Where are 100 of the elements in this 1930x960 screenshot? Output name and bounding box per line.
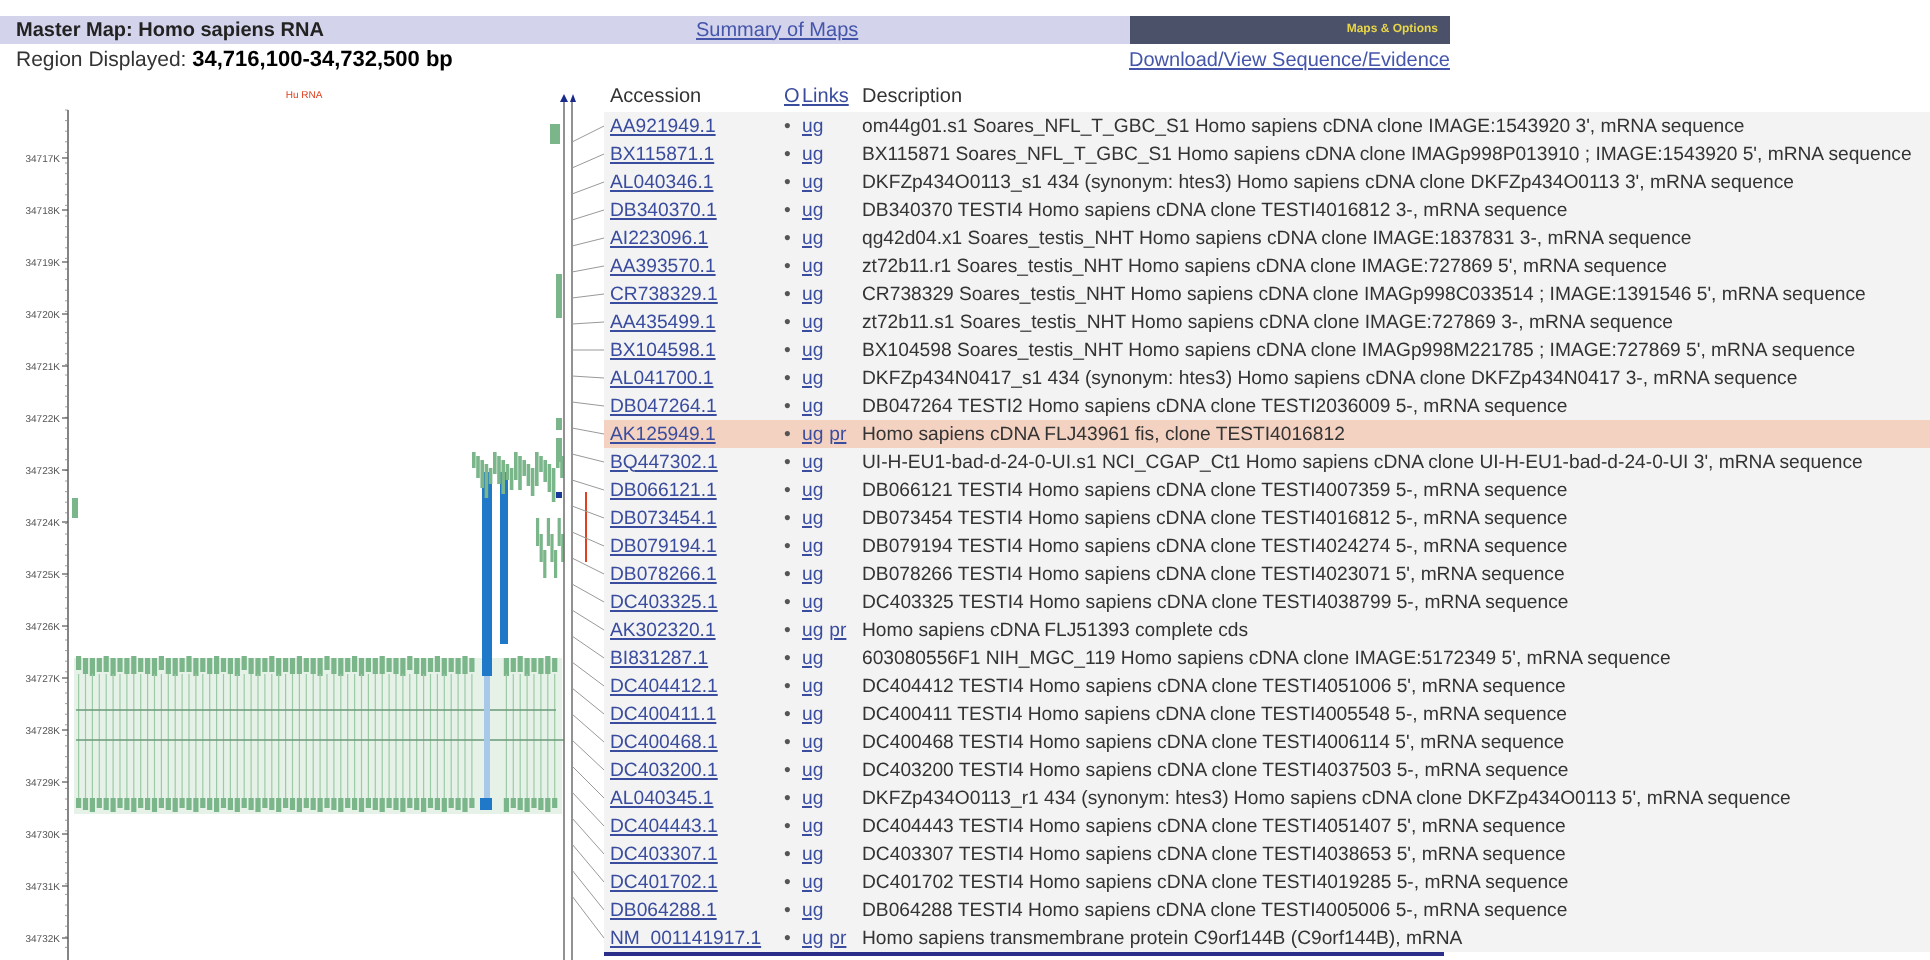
record-link[interactable]: ug — [802, 927, 824, 949]
accession-link[interactable]: AA921949.1 — [610, 115, 716, 137]
accession-link[interactable]: DC400468.1 — [610, 731, 718, 753]
table-row[interactable]: DC403200.1 • ug DC403200 TESTI4 Homo sapiens cDNA clone TESTI4037503 5-, mRNA sequence — [604, 756, 1930, 784]
table-row[interactable]: DB066121.1 • ug DB066121 TESTI4 Homo sapiens cDNA clone TESTI4007359 5-, mRNA sequence — [604, 476, 1930, 504]
accession-link[interactable]: DC403325.1 — [610, 591, 718, 613]
table-row[interactable]: AK125949.1 • ug pr Homo sapiens cDNA FLJ43961 fis, clone TESTI4016812 — [604, 420, 1930, 448]
record-link[interactable]: pr — [829, 423, 847, 445]
accession-link[interactable]: DB078266.1 — [610, 563, 717, 585]
record-link[interactable]: pr — [829, 927, 847, 949]
record-link[interactable]: ug — [802, 311, 824, 333]
accession-link[interactable]: DB340370.1 — [610, 199, 717, 221]
record-link[interactable]: ug — [802, 423, 824, 445]
accession-link[interactable]: AI223096.1 — [610, 227, 709, 249]
accession-link[interactable]: DC400411.1 — [610, 703, 717, 725]
download-link[interactable]: Download/View Sequence/Evidence — [1129, 49, 1450, 71]
accession-link[interactable]: AL040345.1 — [610, 787, 714, 809]
accession-link[interactable]: DB064288.1 — [610, 899, 717, 921]
record-link[interactable]: ug — [802, 507, 824, 529]
table-row[interactable]: AA921949.1 • ug om44g01.s1 Soares_NFL_T_GBC_S1 Homo sapiens cDNA clone IMAGE:1543920 3', mRNA sequence — [604, 112, 1930, 140]
table-row[interactable]: NM_001141917.1 • ug pr Homo sapiens transmembrane protein C9orf144B (C9orf144B), mRNA — [604, 924, 1930, 952]
accession-link[interactable]: AK125949.1 — [610, 423, 716, 445]
accession-link[interactable]: AA393570.1 — [610, 255, 716, 277]
table-row[interactable]: DC404412.1 • ug DC404412 TESTI4 Homo sapiens cDNA clone TESTI4051006 5', mRNA sequence — [604, 672, 1930, 700]
map-title: Master Map: Homo sapiens RNA — [14, 19, 326, 41]
table-row[interactable]: DC404443.1 • ug DC404443 TESTI4 Homo sapiens cDNA clone TESTI4051407 5', mRNA sequence — [604, 812, 1930, 840]
accession-link[interactable]: AA435499.1 — [610, 311, 716, 333]
description-text: zt72b11.r1 Soares_testis_NHT Homo sapiens cDNA clone IMAGE:727869 5', mRNA sequence — [862, 255, 1667, 277]
record-link[interactable]: ug — [802, 255, 824, 277]
record-link[interactable]: ug — [802, 759, 824, 781]
table-row[interactable]: AL040346.1 • ug DKFZp434O0113_s1 434 (synonym: htes3) Homo sapiens cDNA clone DKFZp434O0113 3', mRNA sequence — [604, 168, 1930, 196]
record-link[interactable]: ug — [802, 591, 824, 613]
accession-link[interactable]: DC403307.1 — [610, 843, 718, 865]
table-row[interactable]: AA393570.1 • ug zt72b11.r1 Soares_testis_NHT Homo sapiens cDNA clone IMAGE:727869 5', mRNA sequence — [604, 252, 1930, 280]
record-link[interactable]: ug — [802, 731, 824, 753]
accession-link[interactable]: DC403200.1 — [610, 759, 718, 781]
table-row[interactable]: DC403325.1 • ug DC403325 TESTI4 Homo sapiens cDNA clone TESTI4038799 5-, mRNA sequence — [604, 588, 1930, 616]
column-header-link[interactable]: O — [784, 86, 800, 108]
table-row[interactable]: AL041700.1 • ug DKFZp434N0417_s1 434 (synonym: htes3) Homo sapiens cDNA clone DKFZp434N0417 3-, mRNA sequence — [604, 364, 1930, 392]
table-row[interactable]: BQ447302.1 • ug UI-H-EU1-bad-d-24-0-UI.s1 NCI_CGAP_Ct1 Homo sapiens cDNA clone UI-H-EU1-bad-d-24-0-UI 3', mRNA sequence — [604, 448, 1930, 476]
table-row[interactable]: BX115871.1 • ug BX115871 Soares_NFL_T_GBC_S1 Homo sapiens cDNA clone IMAGp998P013910 ; IMAGE:1543920 5', mRNA sequence — [604, 140, 1930, 168]
accession-link[interactable]: DB073454.1 — [610, 507, 717, 529]
summary-link[interactable]: Summary of Maps — [696, 19, 1130, 41]
record-link[interactable]: ug — [802, 871, 824, 893]
table-row[interactable]: AL040345.1 • ug DKFZp434O0113_r1 434 (synonym: htes3) Homo sapiens cDNA clone DKFZp434O0113 5', mRNA sequence — [604, 784, 1930, 812]
accession-link[interactable]: DC404443.1 — [610, 815, 718, 837]
record-link[interactable]: ug — [802, 143, 824, 165]
table-row[interactable]: DB073454.1 • ug DB073454 TESTI4 Homo sapiens cDNA clone TESTI4016812 5-, mRNA sequence — [604, 504, 1930, 532]
accession-link[interactable]: DB066121.1 — [610, 479, 717, 501]
record-link[interactable]: ug — [802, 843, 824, 865]
record-link[interactable]: ug — [802, 339, 824, 361]
table-row[interactable]: AA435499.1 • ug zt72b11.s1 Soares_testis_NHT Homo sapiens cDNA clone IMAGE:727869 3-, mRNA sequence — [604, 308, 1930, 336]
accession-link[interactable]: DB047264.1 — [610, 395, 717, 417]
table-row[interactable]: DC401702.1 • ug DC401702 TESTI4 Homo sapiens cDNA clone TESTI4019285 5-, mRNA sequence — [604, 868, 1930, 896]
accession-link[interactable]: BI831287.1 — [610, 647, 709, 669]
record-link[interactable]: ug — [802, 395, 824, 417]
accession-link[interactable]: BQ447302.1 — [610, 451, 718, 473]
table-row[interactable]: AI223096.1 • ug qg42d04.x1 Soares_testis_NHT Homo sapiens cDNA clone IMAGE:1837831 3-, mRNA sequence — [604, 224, 1930, 252]
record-link[interactable]: ug — [802, 647, 824, 669]
accession-link[interactable]: BX104598.1 — [610, 339, 716, 361]
record-link[interactable]: ug — [802, 451, 824, 473]
accession-link[interactable]: AL041700.1 — [610, 367, 714, 389]
table-row[interactable]: BX104598.1 • ug BX104598 Soares_testis_NHT Homo sapiens cDNA clone IMAGp998M221785 ; IMAGE:727869 5', mRNA sequence — [604, 336, 1930, 364]
record-link[interactable]: ug — [802, 115, 824, 137]
record-link[interactable]: ug — [802, 815, 824, 837]
accession-link[interactable]: DC401702.1 — [610, 871, 718, 893]
table-row[interactable]: AK302320.1 • ug pr Homo sapiens cDNA FLJ51393 complete cds — [604, 616, 1930, 644]
leader-line — [571, 687, 604, 715]
table-row[interactable]: CR738329.1 • ug CR738329 Soares_testis_NHT Homo sapiens cDNA clone IMAGp998C033514 ; IMAGE:1391546 5', mRNA sequence — [604, 280, 1930, 308]
record-link[interactable]: ug — [802, 703, 824, 725]
table-row[interactable]: BI831287.1 • ug 603080556F1 NIH_MGC_119 Homo sapiens cDNA clone IMAGE:5172349 5', mRNA sequence — [604, 644, 1930, 672]
table-row[interactable]: DC400411.1 • ug DC400411 TESTI4 Homo sapiens cDNA clone TESTI4005548 5-, mRNA sequence — [604, 700, 1930, 728]
record-link[interactable]: ug — [802, 283, 824, 305]
record-link[interactable]: ug — [802, 675, 824, 697]
accession-link[interactable]: AK302320.1 — [610, 619, 716, 641]
record-link[interactable]: ug — [802, 787, 824, 809]
table-row[interactable]: DB047264.1 • ug DB047264 TESTI2 Homo sapiens cDNA clone TESTI2036009 5-, mRNA sequence — [604, 392, 1930, 420]
table-row[interactable]: DB079194.1 • ug DB079194 TESTI4 Homo sapiens cDNA clone TESTI4024274 5-, mRNA sequence — [604, 532, 1930, 560]
table-row[interactable]: DB064288.1 • ug DB064288 TESTI4 Homo sapiens cDNA clone TESTI4005006 5-, mRNA sequence — [604, 896, 1930, 924]
record-link[interactable]: ug — [802, 535, 824, 557]
accession-link[interactable]: NM_001141917.1 — [610, 927, 762, 949]
column-header-link[interactable]: Links — [802, 86, 849, 108]
record-link[interactable]: ug — [802, 367, 824, 389]
accession-link[interactable]: BX115871.1 — [610, 143, 715, 165]
accession-link[interactable]: AL040346.1 — [610, 171, 714, 193]
record-link[interactable]: pr — [829, 619, 847, 641]
record-link[interactable]: ug — [802, 479, 824, 501]
table-row[interactable]: DC400468.1 • ug DC400468 TESTI4 Homo sapiens cDNA clone TESTI4006114 5', mRNA sequence — [604, 728, 1930, 756]
record-link[interactable]: ug — [802, 563, 824, 585]
record-link[interactable]: ug — [802, 227, 824, 249]
record-link[interactable]: ug — [802, 199, 824, 221]
table-row[interactable]: DB340370.1 • ug DB340370 TESTI4 Homo sapiens cDNA clone TESTI4016812 3-, mRNA sequence — [604, 196, 1930, 224]
table-row[interactable]: DC403307.1 • ug DC403307 TESTI4 Homo sapiens cDNA clone TESTI4038653 5', mRNA sequence — [604, 840, 1930, 868]
record-link[interactable]: ug — [802, 899, 824, 921]
accession-link[interactable]: CR738329.1 — [610, 283, 718, 305]
accession-link[interactable]: DB079194.1 — [610, 535, 717, 557]
record-link[interactable]: ug — [802, 619, 824, 641]
accession-link[interactable]: DC404412.1 — [610, 675, 718, 697]
table-row[interactable]: DB078266.1 • ug DB078266 TESTI4 Homo sapiens cDNA clone TESTI4023071 5', mRNA sequence — [604, 560, 1930, 588]
record-link[interactable]: ug — [802, 171, 824, 193]
